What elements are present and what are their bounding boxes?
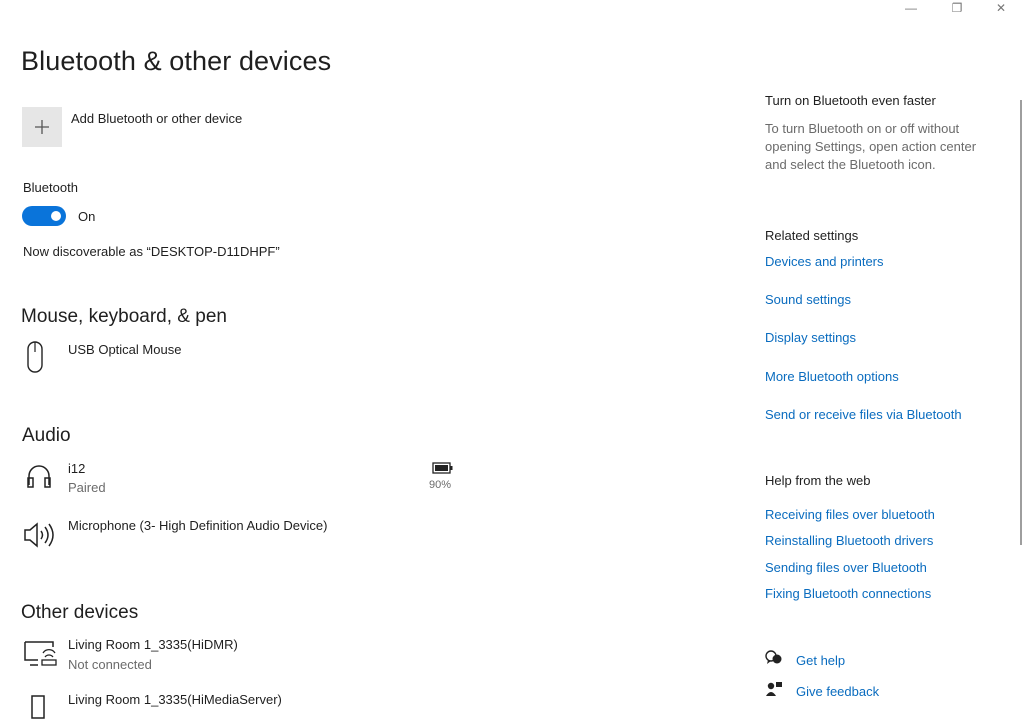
add-device-button[interactable]: Add Bluetooth or other device: [22, 107, 242, 147]
device-name: Microphone (3- High Definition Audio Dev…: [68, 518, 328, 533]
faster-line: and select the Bluetooth icon.: [765, 157, 936, 172]
faster-line: To turn Bluetooth on or off without: [765, 121, 960, 136]
related-settings-title: Related settings: [765, 228, 859, 243]
help-chat-icon: [765, 650, 783, 671]
device-status: Not connected: [68, 657, 152, 672]
give-feedback-label: Give feedback: [796, 684, 880, 699]
headphones-icon: [24, 461, 54, 491]
media-server-icon: [22, 693, 56, 723]
faster-description: To turn Bluetooth on or off without open…: [765, 120, 976, 174]
device-item-usb-mouse[interactable]: USB Optical Mouse: [22, 340, 181, 374]
feedback-person-icon: [765, 681, 783, 702]
device-item-living-room-media-server[interactable]: Living Room 1_3335(HiMediaServer): [22, 692, 282, 723]
device-name: Living Room 1_3335(HiMediaServer): [68, 692, 282, 707]
faster-line: opening Settings, open action center: [765, 139, 977, 154]
minimize-icon: —: [905, 1, 917, 15]
link-sending-files[interactable]: Sending files over Bluetooth: [765, 560, 927, 575]
close-button[interactable]: ✕: [978, 0, 1024, 16]
device-name: Living Room 1_3335(HiDMR): [68, 637, 238, 652]
bluetooth-label: Bluetooth: [23, 180, 78, 195]
get-help-link[interactable]: Get help: [765, 650, 845, 671]
give-feedback-link[interactable]: Give feedback: [765, 681, 879, 702]
link-send-receive-files[interactable]: Send or receive files via Bluetooth: [765, 407, 962, 422]
battery-level: 90%: [429, 479, 452, 491]
battery-icon: [432, 461, 454, 479]
add-tile[interactable]: [22, 107, 62, 147]
help-from-web-title: Help from the web: [765, 473, 871, 488]
restore-button[interactable]: ❐: [934, 0, 980, 16]
device-item-i12[interactable]: i12 Paired 90%: [22, 459, 462, 497]
link-display-settings[interactable]: Display settings: [765, 330, 856, 345]
discoverable-text: Now discoverable as “DESKTOP-D11DHPF”: [23, 244, 280, 259]
device-item-microphone[interactable]: Microphone (3- High Definition Audio Dev…: [22, 518, 327, 552]
close-icon: ✕: [995, 1, 1007, 15]
link-devices-and-printers[interactable]: Devices and printers: [765, 254, 884, 269]
link-receiving-files[interactable]: Receiving files over bluetooth: [765, 507, 935, 522]
device-name: USB Optical Mouse: [68, 342, 182, 357]
bluetooth-toggle[interactable]: [22, 206, 66, 226]
device-status: Paired: [68, 480, 106, 495]
mouse-section-title: Mouse, keyboard, & pen: [21, 306, 227, 327]
bluetooth-toggle-group: On: [22, 206, 95, 226]
plus-icon: [35, 120, 49, 134]
add-device-label: Add Bluetooth or other device: [71, 111, 243, 126]
speaker-icon: [22, 518, 56, 552]
link-fixing-connections[interactable]: Fixing Bluetooth connections: [765, 586, 931, 601]
toggle-state-label: On: [78, 208, 96, 224]
link-sound-settings[interactable]: Sound settings: [765, 292, 851, 307]
minimize-button[interactable]: —: [888, 0, 934, 16]
link-reinstalling-drivers[interactable]: Reinstalling Bluetooth drivers: [765, 533, 933, 548]
get-help-label: Get help: [796, 653, 846, 668]
page-title: Bluetooth & other devices: [21, 46, 332, 76]
media-renderer-icon: [22, 638, 58, 668]
link-more-bluetooth-options[interactable]: More Bluetooth options: [765, 369, 899, 384]
scrollbar[interactable]: [1020, 100, 1022, 545]
mouse-icon: [22, 340, 56, 374]
faster-title: Turn on Bluetooth even faster: [765, 93, 936, 108]
restore-icon: ❐: [951, 1, 963, 15]
device-name: i12: [68, 461, 86, 476]
device-item-living-room-dmr[interactable]: Living Room 1_3335(HiDMR) Not connected: [22, 636, 462, 674]
other-devices-title: Other devices: [21, 602, 139, 623]
toggle-knob: [51, 211, 61, 221]
audio-section-title: Audio: [22, 425, 71, 446]
